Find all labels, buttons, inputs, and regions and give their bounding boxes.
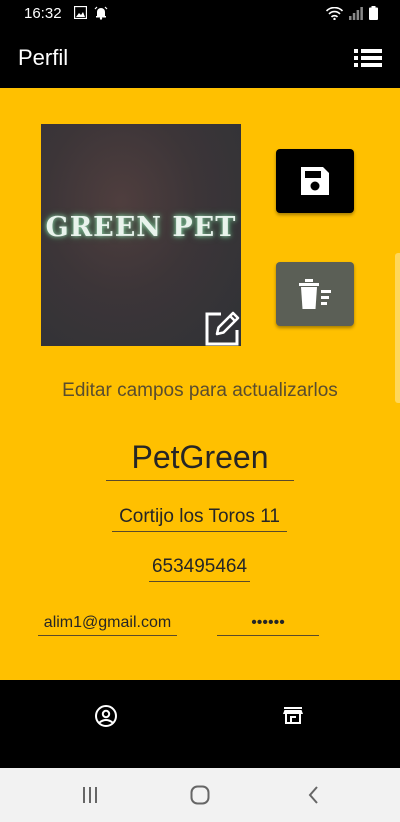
signal-icon bbox=[349, 6, 363, 20]
profile-content: GREEN PET Editar campos para actualizarl… bbox=[0, 88, 400, 680]
home-icon bbox=[190, 785, 210, 805]
nav-profile-button[interactable] bbox=[94, 704, 118, 728]
name-field[interactable] bbox=[106, 434, 294, 481]
save-icon bbox=[301, 167, 329, 195]
alarm-icon bbox=[94, 6, 108, 20]
save-button[interactable] bbox=[276, 149, 354, 213]
edit-hint: Editar campos para actualizarlos bbox=[62, 380, 338, 401]
battery-icon bbox=[369, 6, 378, 20]
app-bar: Perfil bbox=[0, 28, 400, 88]
email-field[interactable] bbox=[38, 611, 177, 636]
profile-image-text: GREEN PET bbox=[45, 212, 237, 243]
address-field[interactable] bbox=[112, 502, 287, 532]
back-icon bbox=[308, 786, 318, 804]
profile-image[interactable]: GREEN PET bbox=[41, 124, 241, 346]
back-button[interactable] bbox=[302, 783, 326, 807]
account-circle-icon bbox=[95, 705, 117, 727]
image-icon bbox=[74, 6, 87, 19]
delete-list-icon bbox=[299, 279, 331, 309]
bottom-nav bbox=[0, 680, 400, 768]
store-icon bbox=[283, 707, 303, 724]
system-nav-bar bbox=[0, 768, 400, 822]
status-bar: 16:32 bbox=[0, 0, 400, 28]
menu-button[interactable] bbox=[354, 46, 384, 70]
nav-store-button[interactable] bbox=[281, 704, 305, 728]
recent-apps-icon bbox=[83, 787, 97, 803]
page-title: Perfil bbox=[18, 45, 69, 70]
home-button[interactable] bbox=[188, 783, 212, 807]
status-time: 16:32 bbox=[24, 5, 62, 22]
recent-apps-button[interactable] bbox=[78, 783, 102, 807]
edit-image-button[interactable] bbox=[204, 311, 240, 346]
password-field[interactable] bbox=[217, 611, 319, 636]
edit-icon bbox=[205, 311, 240, 346]
wifi-icon bbox=[326, 6, 343, 20]
list-menu-icon bbox=[354, 49, 382, 67]
phone-field[interactable] bbox=[149, 553, 250, 582]
delete-button[interactable] bbox=[276, 262, 354, 326]
